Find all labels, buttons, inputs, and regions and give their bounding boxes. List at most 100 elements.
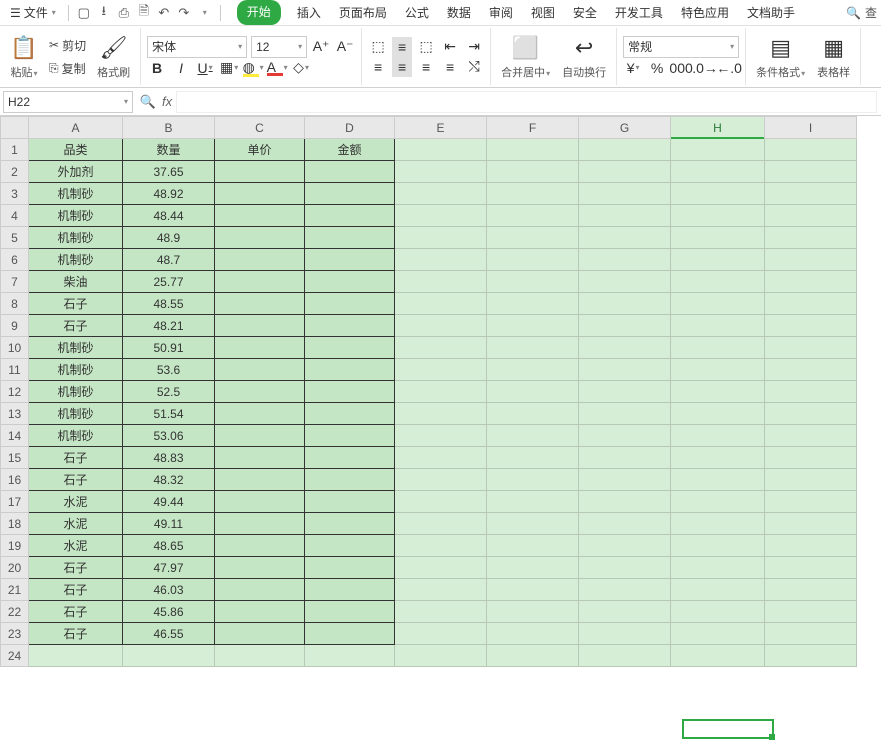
cell-G5[interactable] [579,227,671,249]
cut-button[interactable]: ✂剪切 [46,36,89,55]
cell-B24[interactable] [123,645,215,667]
copy-button[interactable]: ⎘复制 [46,59,89,78]
cell-A16[interactable]: 石子 [29,469,123,491]
search-button[interactable]: 🔍 查 [846,4,877,21]
cell-D5[interactable] [305,227,395,249]
cell-G20[interactable] [579,557,671,579]
cell-G13[interactable] [579,403,671,425]
row-header-18[interactable]: 18 [1,513,29,535]
comma-icon[interactable]: 000 [671,58,691,78]
align-justify-icon[interactable]: ≡ [440,57,460,77]
cell-A19[interactable]: 水泥 [29,535,123,557]
cell-A23[interactable]: 石子 [29,623,123,645]
redo-icon[interactable]: ↷ [175,4,193,22]
tab-3[interactable]: 公式 [403,0,431,25]
cell-H16[interactable] [671,469,765,491]
cell-F2[interactable] [487,161,579,183]
cell-B12[interactable]: 52.5 [123,381,215,403]
currency-icon[interactable]: ¥▾ [623,58,643,78]
cell-B2[interactable]: 37.65 [123,161,215,183]
cell-D12[interactable] [305,381,395,403]
file-menu[interactable]: ☰ 文件 ▾ [4,2,62,23]
cell-C13[interactable] [215,403,305,425]
cell-A13[interactable]: 机制砂 [29,403,123,425]
cell-A8[interactable]: 石子 [29,293,123,315]
cell-D15[interactable] [305,447,395,469]
row-header-13[interactable]: 13 [1,403,29,425]
preview-icon[interactable]: 🗎 [135,4,153,22]
row-header-1[interactable]: 1 [1,139,29,161]
select-all-corner[interactable] [1,117,29,139]
undo-icon[interactable]: ↶ [155,4,173,22]
cell-E16[interactable] [395,469,487,491]
cell-B4[interactable]: 48.44 [123,205,215,227]
increase-decimal-icon[interactable]: .0→ [695,58,715,78]
cell-G24[interactable] [579,645,671,667]
cell-H3[interactable] [671,183,765,205]
tab-5[interactable]: 审阅 [487,0,515,25]
cell-H21[interactable] [671,579,765,601]
cell-A15[interactable]: 石子 [29,447,123,469]
cell-A1[interactable]: 品类 [29,139,123,161]
align-middle-icon[interactable]: ≡ [392,37,412,57]
cell-A7[interactable]: 柴油 [29,271,123,293]
col-header-D[interactable]: D [305,117,395,139]
cell-H23[interactable] [671,623,765,645]
cell-F18[interactable] [487,513,579,535]
cell-I8[interactable] [765,293,857,315]
cell-F24[interactable] [487,645,579,667]
tab-6[interactable]: 视图 [529,0,557,25]
wrap-text-button[interactable]: ↩ 自动换行 [558,32,610,82]
name-box[interactable]: H22 ▾ [3,91,133,113]
indent-increase-icon[interactable]: ⇥ [464,37,484,57]
cell-C2[interactable] [215,161,305,183]
cell-I11[interactable] [765,359,857,381]
tab-0[interactable]: 开始 [237,0,281,25]
cell-C18[interactable] [215,513,305,535]
row-header-7[interactable]: 7 [1,271,29,293]
col-header-I[interactable]: I [765,117,857,139]
col-header-B[interactable]: B [123,117,215,139]
fill-color-button[interactable]: ◍▾ [243,58,263,78]
col-header-H[interactable]: H [671,117,765,139]
cell-B15[interactable]: 48.83 [123,447,215,469]
cell-F22[interactable] [487,601,579,623]
cell-E1[interactable] [395,139,487,161]
cell-E9[interactable] [395,315,487,337]
cell-D20[interactable] [305,557,395,579]
col-header-G[interactable]: G [579,117,671,139]
cell-A11[interactable]: 机制砂 [29,359,123,381]
align-bottom-icon[interactable]: ⬚ [416,37,436,57]
decrease-decimal-icon[interactable]: ←.0 [719,58,739,78]
cell-F19[interactable] [487,535,579,557]
row-header-23[interactable]: 23 [1,623,29,645]
cell-H8[interactable] [671,293,765,315]
cell-E24[interactable] [395,645,487,667]
font-color-button[interactable]: A▾ [267,58,287,78]
cell-B14[interactable]: 53.06 [123,425,215,447]
cell-F23[interactable] [487,623,579,645]
cell-B5[interactable]: 48.9 [123,227,215,249]
cell-D21[interactable] [305,579,395,601]
cell-D17[interactable] [305,491,395,513]
bold-button[interactable]: B [147,58,167,78]
cell-I1[interactable] [765,139,857,161]
cell-H22[interactable] [671,601,765,623]
cell-F8[interactable] [487,293,579,315]
cell-F17[interactable] [487,491,579,513]
zoom-fx-icon[interactable]: 🔍 [140,94,156,110]
cell-F11[interactable] [487,359,579,381]
cell-A9[interactable]: 石子 [29,315,123,337]
cell-D10[interactable] [305,337,395,359]
cell-A6[interactable]: 机制砂 [29,249,123,271]
cell-E14[interactable] [395,425,487,447]
cell-H11[interactable] [671,359,765,381]
cell-C3[interactable] [215,183,305,205]
cell-G12[interactable] [579,381,671,403]
open-icon[interactable]: ⭳ [95,4,113,22]
row-header-12[interactable]: 12 [1,381,29,403]
cell-E23[interactable] [395,623,487,645]
cell-C15[interactable] [215,447,305,469]
row-header-20[interactable]: 20 [1,557,29,579]
cell-H20[interactable] [671,557,765,579]
